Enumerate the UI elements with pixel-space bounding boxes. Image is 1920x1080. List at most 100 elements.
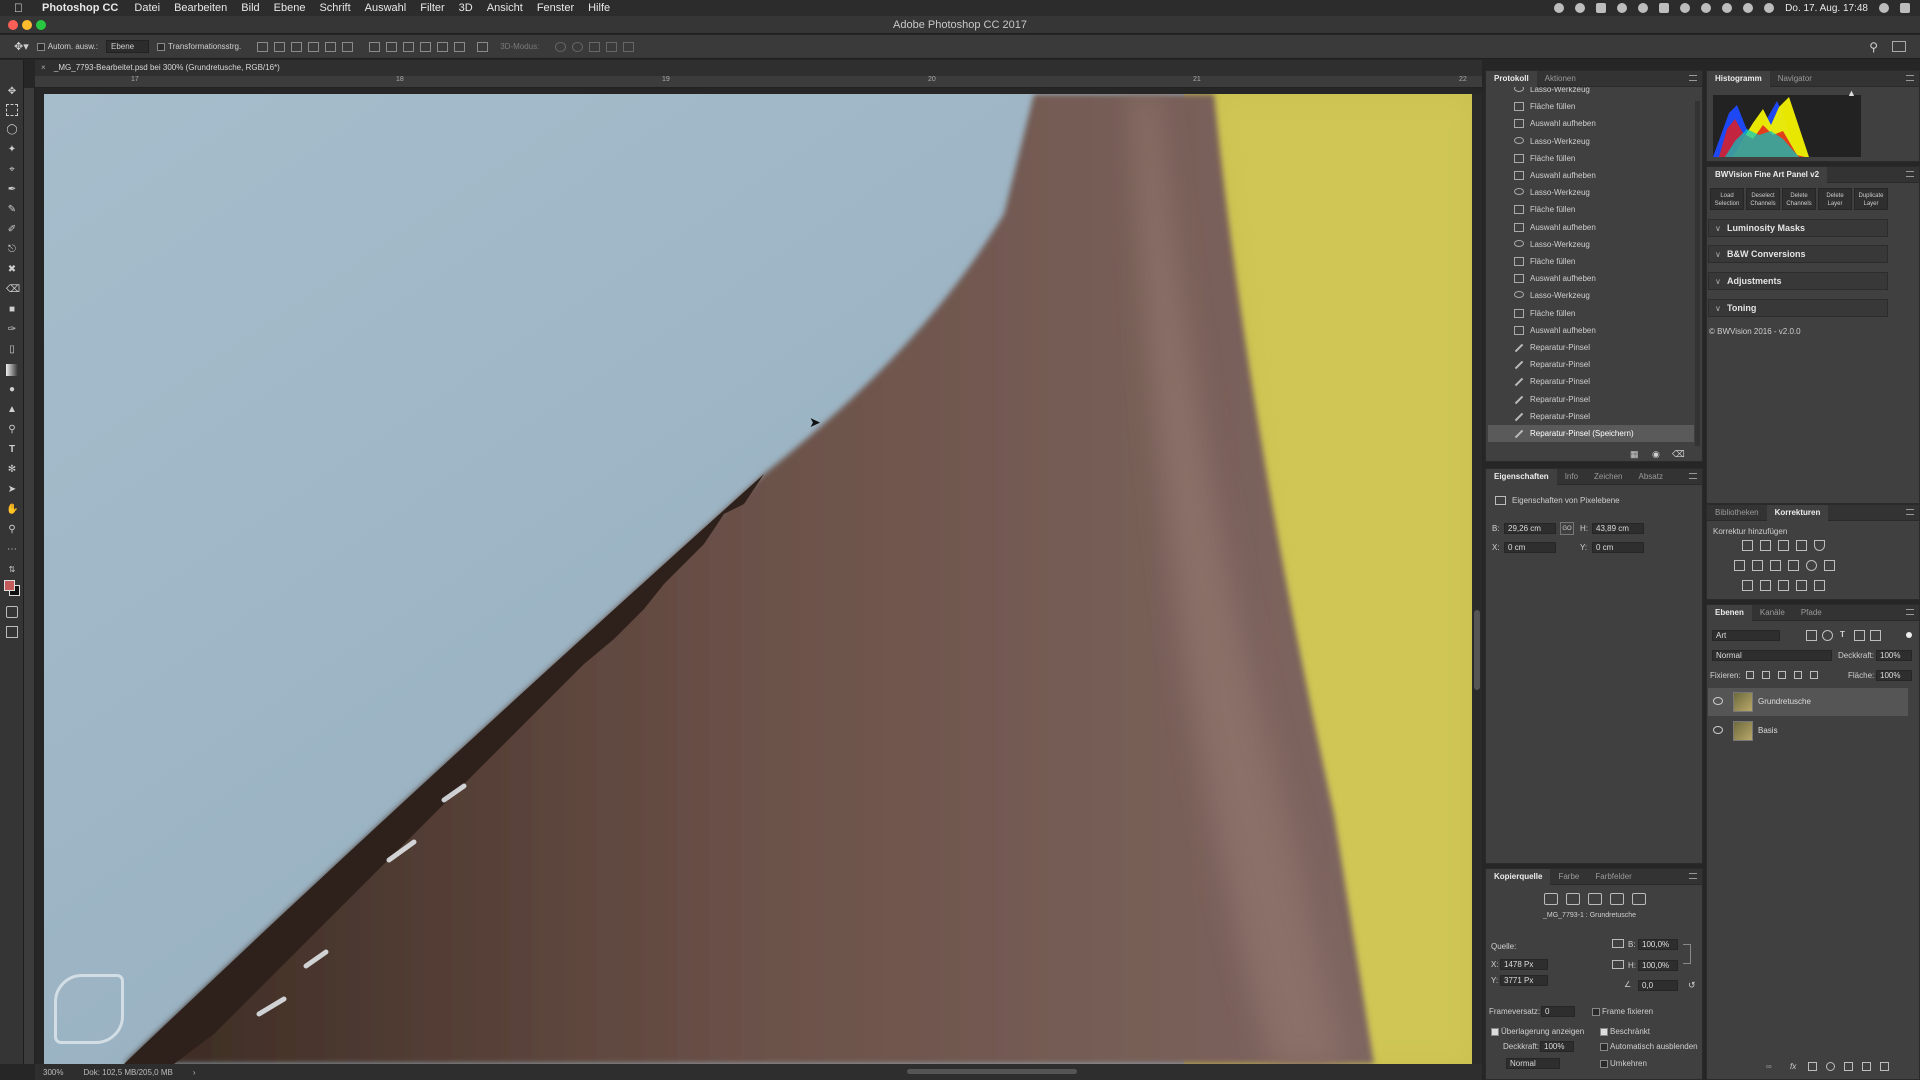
tab-ebenen[interactable]: Ebenen [1707,604,1752,621]
overlay-opacity-input[interactable]: 100% [1540,1041,1574,1052]
status-menu-arrow-icon[interactable]: › [193,1068,196,1077]
x-input[interactable]: 0 cm [1504,542,1556,553]
lock-frame-checkbox[interactable] [1592,1008,1600,1016]
clone-source-1-icon[interactable] [1544,893,1558,905]
search-icon[interactable]: ⚲ [1869,40,1878,54]
link-dimensions-icon[interactable]: GO [1560,522,1574,535]
align-top-icon[interactable] [257,41,269,52]
scale-height-input[interactable]: 100,0% [1638,960,1678,971]
filter-pixel-icon[interactable] [1806,630,1817,641]
color-balance-icon[interactable] [1752,560,1763,571]
panel-menu-icon[interactable] [1906,509,1914,515]
3d-slide-icon[interactable] [606,41,618,52]
3d-orbit-icon[interactable] [555,41,567,52]
zoom-tool-icon[interactable]: ⚲ [6,524,18,536]
width-input[interactable]: 29,26 cm [1504,523,1556,534]
history-item[interactable]: Reparatur-Pinsel [1488,339,1694,356]
clone-stamp-tool-icon[interactable]: ⎋ [6,244,18,256]
align-left-icon[interactable] [308,41,320,52]
app-menu[interactable]: Photoshop CC [42,2,118,14]
gradient-map-icon[interactable] [1814,580,1825,591]
tab-eigenschaften[interactable]: Eigenschaften [1486,468,1557,485]
history-item[interactable]: Fläche füllen [1488,98,1694,115]
3d-scale-icon[interactable] [623,41,635,52]
tab-histogramm[interactable]: Histogramm [1707,70,1770,87]
tab-pfade[interactable]: Pfade [1793,605,1830,621]
tab-farbfelder[interactable]: Farbfelder [1587,869,1639,885]
black-white-icon[interactable] [1770,560,1781,571]
selective-color-icon[interactable] [1796,580,1807,591]
history-item[interactable]: Reparatur-Pinsel [1488,408,1694,425]
lock-artboard-icon[interactable] [1794,671,1802,679]
tab-info[interactable]: Info [1557,469,1586,485]
apple-icon[interactable]:  [14,1,30,15]
zoom-level[interactable]: 300% [43,1068,63,1077]
tab-protokoll[interactable]: Protokoll [1486,70,1537,87]
section-toning[interactable]: Toning [1708,299,1888,317]
swap-colors-icon[interactable]: ⇅ [6,564,18,576]
move-tool-preset-icon[interactable]: ✥▾ [14,40,29,53]
screen-mode-icon[interactable] [6,626,18,638]
wifi-icon[interactable] [1764,3,1775,13]
filter-adjustment-icon[interactable] [1822,630,1833,641]
distribute-left-icon[interactable] [420,41,432,52]
history-item[interactable]: Fläche füllen [1488,253,1694,270]
clone-source-4-icon[interactable] [1610,893,1624,905]
distribute-bottom-icon[interactable] [403,41,415,52]
dropbox-icon[interactable] [1596,3,1607,13]
brightness-contrast-icon[interactable] [1742,540,1753,551]
blur-tool-icon[interactable]: ● [6,384,18,396]
clone-source-2-icon[interactable] [1566,893,1580,905]
zoom-window-button[interactable] [36,20,46,30]
new-document-from-state-icon[interactable]: ▦ [1630,449,1639,460]
clipped-checkbox[interactable] [1600,1028,1608,1036]
channel-mixer-icon[interactable] [1806,560,1817,571]
history-item[interactable]: Lasso-Werkzeug [1488,133,1694,150]
tab-navigator[interactable]: Navigator [1770,71,1820,87]
visibility-eye-icon[interactable] [1713,697,1723,705]
menu-3d[interactable]: 3D [459,2,473,14]
menu-bearbeiten[interactable]: Bearbeiten [174,2,227,14]
blend-mode-dropdown[interactable]: Normal [1712,650,1832,661]
history-brush-tool-icon[interactable]: ✖ [6,264,18,276]
section-luminosity-masks[interactable]: Luminosity Masks [1708,219,1888,237]
cloud-icon[interactable] [1638,3,1649,13]
duplicate-layer-button[interactable]: Duplicate Layer [1854,188,1888,210]
y-input[interactable]: 0 cm [1592,542,1644,553]
info-icon[interactable] [1701,3,1712,13]
spotlight-search-icon[interactable] [1879,3,1889,13]
menu-fenster[interactable]: Fenster [537,2,574,14]
hand-tool-icon[interactable]: ✋ [6,504,18,516]
workspace-switcher-icon[interactable] [1892,41,1906,52]
status-icon-1[interactable] [1554,3,1565,13]
art-history-brush-icon[interactable]: ✑ [6,324,18,336]
history-item[interactable]: Lasso-Werkzeug [1488,287,1694,304]
horizontal-ruler[interactable]: 17 18 19 20 21 22 [35,76,1482,88]
3d-pan-icon[interactable] [589,41,601,52]
vertical-ruler[interactable] [24,88,35,1064]
align-vcenter-icon[interactable] [274,41,286,52]
history-item[interactable]: Auswahl aufheben [1488,167,1694,184]
history-item[interactable]: Auswahl aufheben [1488,322,1694,339]
foreground-color-swatch[interactable] [4,580,15,591]
battery-icon[interactable] [1659,3,1670,13]
lock-image-icon[interactable] [1762,671,1770,679]
section-adjustments[interactable]: Adjustments [1708,272,1888,290]
tab-absatz[interactable]: Absatz [1631,469,1671,485]
reset-transform-icon[interactable]: ↺ [1688,980,1696,991]
layer-row-basis[interactable]: Basis [1708,717,1908,745]
layer-row-grundretusche[interactable]: Grundretusche [1708,688,1908,716]
path-selection-tool-icon[interactable]: ➤ [6,484,18,496]
scale-width-input[interactable]: 100,0% [1638,939,1678,950]
exposure-icon[interactable] [1796,540,1807,551]
history-item[interactable]: Reparatur-Pinsel [1488,391,1694,408]
magic-wand-tool-icon[interactable]: ✦ [6,144,18,156]
distribute-vcenter-icon[interactable] [386,41,398,52]
cache-warning-icon[interactable]: ▲ [1847,88,1856,98]
angle-input[interactable]: 0,0 [1638,980,1678,991]
align-bottom-icon[interactable] [291,41,303,52]
levels-icon[interactable] [1760,540,1771,551]
type-tool-icon[interactable]: T [6,444,18,456]
eraser-alt-tool-icon[interactable]: ▯ [6,344,18,356]
history-scrollbar[interactable] [1695,101,1700,446]
